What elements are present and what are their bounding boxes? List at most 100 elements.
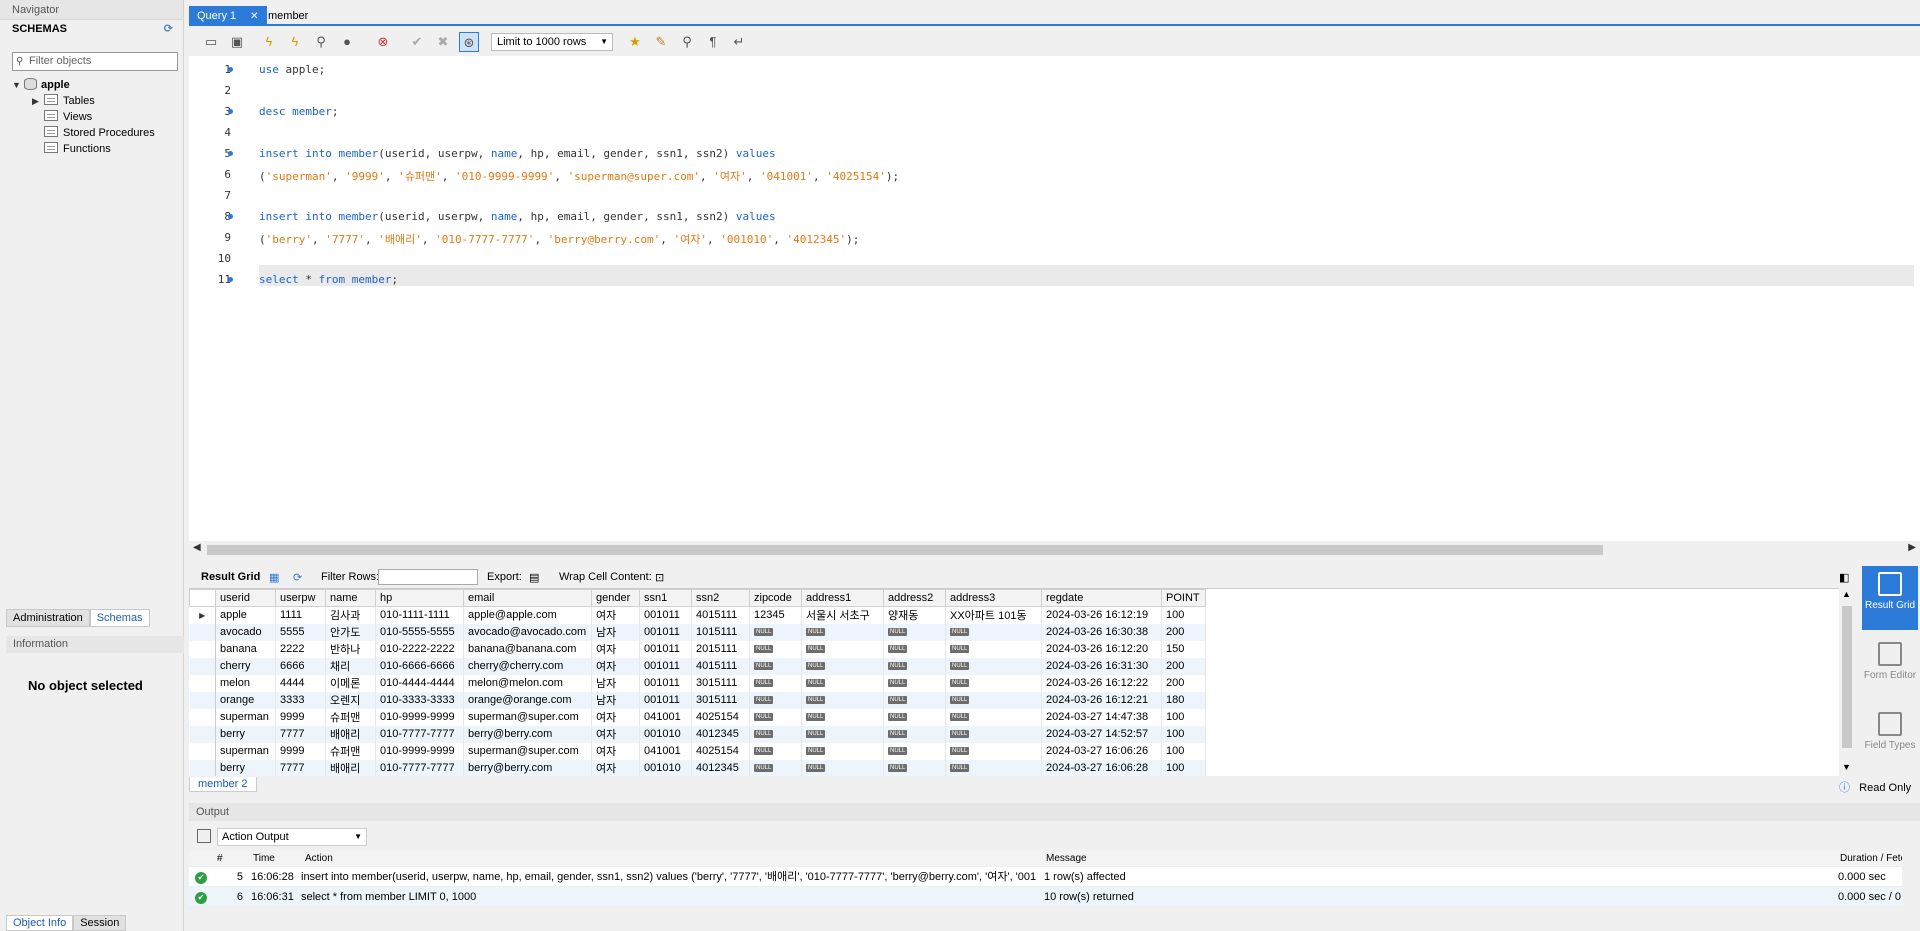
table-cell[interactable]: banana bbox=[215, 640, 276, 658]
open-file-icon[interactable]: ▭ bbox=[201, 32, 221, 52]
table-row[interactable]: berry 7777 배애리 010-7777-7777 berry@berry.com… bbox=[189, 759, 1206, 776]
filter-objects-input[interactable]: ⚲ Filter objects bbox=[12, 52, 178, 71]
execute-icon[interactable]: ϟ bbox=[259, 32, 279, 52]
table-cell[interactable]: NULL bbox=[801, 674, 884, 692]
table-cell[interactable]: NULL bbox=[945, 623, 1042, 641]
table-cell[interactable]: 4015111 bbox=[691, 606, 750, 624]
close-icon[interactable]: ✕ bbox=[250, 11, 258, 22]
table-cell[interactable]: 여자 bbox=[591, 759, 640, 776]
table-cell[interactable]: NULL bbox=[945, 674, 1042, 692]
table-cell[interactable]: 7777 bbox=[275, 725, 326, 743]
row-header[interactable] bbox=[189, 657, 216, 675]
table-cell[interactable]: 010-1111-1111 bbox=[375, 606, 464, 624]
expand-arrow-icon[interactable]: ▼ bbox=[12, 77, 24, 93]
table-cell[interactable]: 2024-03-27 14:52:57 bbox=[1041, 725, 1162, 743]
output-row[interactable]: ✔ 5 16:06:28 insert into member(userid, … bbox=[189, 867, 1902, 887]
table-cell[interactable]: 9999 bbox=[275, 742, 326, 760]
table-cell[interactable]: NULL bbox=[883, 674, 946, 692]
execute-current-icon[interactable]: ϟ bbox=[285, 32, 305, 52]
table-cell[interactable]: 남자 bbox=[591, 674, 640, 692]
table-cell[interactable]: NULL bbox=[801, 623, 884, 641]
table-cell[interactable]: 슈퍼맨 bbox=[325, 742, 376, 760]
table-cell[interactable]: 010-5555-5555 bbox=[375, 623, 464, 641]
wrap-cell-icon[interactable]: ⊡ bbox=[655, 571, 664, 584]
wrap-lines-icon[interactable]: ↵ bbox=[729, 32, 749, 52]
table-cell[interactable]: 채리 bbox=[325, 657, 376, 675]
table-cell[interactable]: 2024-03-27 16:06:28 bbox=[1041, 759, 1162, 776]
table-cell[interactable]: berry bbox=[215, 725, 276, 743]
table-cell[interactable]: avocado bbox=[215, 623, 276, 641]
table-cell[interactable]: 010-2222-2222 bbox=[375, 640, 464, 658]
code-line[interactable]: use apple; bbox=[259, 63, 325, 76]
column-header[interactable]: address1 bbox=[801, 589, 884, 607]
table-cell[interactable]: 4012345 bbox=[691, 725, 750, 743]
table-cell[interactable]: NULL bbox=[749, 708, 802, 726]
table-cell[interactable]: 200 bbox=[1161, 674, 1206, 692]
expand-arrow-icon[interactable]: ▶ bbox=[32, 93, 44, 109]
form-editor-button[interactable]: Form Editor bbox=[1862, 640, 1918, 681]
table-cell[interactable]: 9999 bbox=[275, 708, 326, 726]
column-header[interactable]: userid bbox=[215, 589, 276, 607]
table-cell[interactable]: NULL bbox=[945, 640, 1042, 658]
toggle-panel-icon[interactable]: ◧ bbox=[1839, 571, 1849, 584]
table-cell[interactable]: superman bbox=[215, 742, 276, 760]
toggle-error-icon[interactable]: ⊗ bbox=[373, 32, 393, 52]
beautify-icon[interactable]: ✎ bbox=[651, 32, 671, 52]
table-cell[interactable]: 2024-03-27 16:06:26 bbox=[1041, 742, 1162, 760]
table-cell[interactable]: 010-6666-6666 bbox=[375, 657, 464, 675]
grid-icon[interactable]: ▦ bbox=[269, 571, 279, 584]
table-cell[interactable]: NULL bbox=[749, 742, 802, 760]
editor-horizontal-scrollbar[interactable]: ◀ ▶ bbox=[189, 541, 1920, 558]
table-cell[interactable]: superman@super.com bbox=[463, 742, 592, 760]
table-cell[interactable]: NULL bbox=[883, 623, 946, 641]
table-cell[interactable]: cherry@cherry.com bbox=[463, 657, 592, 675]
table-cell[interactable]: 001011 bbox=[639, 606, 692, 624]
table-cell[interactable]: NULL bbox=[945, 759, 1042, 776]
table-cell[interactable]: 이메론 bbox=[325, 674, 376, 692]
add-snippet-icon[interactable]: ★ bbox=[625, 32, 645, 52]
table-cell[interactable]: 1015111 bbox=[691, 623, 750, 641]
table-cell[interactable]: 1111 bbox=[275, 606, 326, 624]
table-row[interactable]: cherry 6666 채리 010-6666-6666 cherry@cherry.c… bbox=[189, 657, 1206, 675]
table-cell[interactable]: 남자 bbox=[591, 691, 640, 709]
table-cell[interactable]: 6666 bbox=[275, 657, 326, 675]
save-icon[interactable]: ▣ bbox=[227, 32, 247, 52]
result-grid[interactable]: userid userpw name hp email gender ssn1 ssn2 zip… bbox=[189, 588, 1839, 776]
grid-vertical-scrollbar[interactable]: ▲ ▼ bbox=[1839, 588, 1855, 776]
copy-icon[interactable] bbox=[197, 829, 211, 843]
code-line[interactable]: insert into member(userid, userpw, name,… bbox=[259, 210, 776, 223]
refresh-icon[interactable]: ⟳ bbox=[164, 20, 173, 38]
stop-icon[interactable]: ● bbox=[337, 32, 357, 52]
table-cell[interactable]: 001011 bbox=[639, 640, 692, 658]
table-cell[interactable]: 오렌지 bbox=[325, 691, 376, 709]
table-cell[interactable]: 3015111 bbox=[691, 674, 750, 692]
row-header[interactable] bbox=[189, 623, 216, 641]
table-cell[interactable]: 김사과 bbox=[325, 606, 376, 624]
sql-editor[interactable]: 1 use apple; 2 3 desc member; 4 5 insert into m… bbox=[189, 56, 1920, 541]
rollback-icon[interactable]: ✖ bbox=[433, 32, 453, 52]
scroll-right-icon[interactable]: ▶ bbox=[1908, 542, 1916, 553]
table-cell[interactable]: 180 bbox=[1161, 691, 1206, 709]
table-cell[interactable]: 001011 bbox=[639, 623, 692, 641]
table-cell[interactable]: NULL bbox=[801, 759, 884, 776]
table-cell[interactable]: 3333 bbox=[275, 691, 326, 709]
table-cell[interactable]: melon@melon.com bbox=[463, 674, 592, 692]
table-cell[interactable]: 010-3333-3333 bbox=[375, 691, 464, 709]
table-cell[interactable]: 010-9999-9999 bbox=[375, 742, 464, 760]
table-cell[interactable]: 001011 bbox=[639, 691, 692, 709]
table-cell[interactable]: 안가도 bbox=[325, 623, 376, 641]
table-cell[interactable]: apple bbox=[215, 606, 276, 624]
table-cell[interactable]: 001010 bbox=[639, 725, 692, 743]
table-cell[interactable]: 2222 bbox=[275, 640, 326, 658]
scroll-left-icon[interactable]: ◀ bbox=[193, 542, 201, 553]
table-row[interactable]: superman 9999 슈퍼맨 010-9999-9999 superman@sup… bbox=[189, 742, 1206, 760]
result-grid-button[interactable]: Result Grid bbox=[1862, 566, 1918, 630]
table-cell[interactable]: 001011 bbox=[639, 657, 692, 675]
row-header[interactable] bbox=[189, 674, 216, 692]
table-cell[interactable]: 010-7777-7777 bbox=[375, 759, 464, 776]
row-header[interactable] bbox=[189, 708, 216, 726]
table-cell[interactable]: 100 bbox=[1161, 708, 1206, 726]
table-cell[interactable]: 100 bbox=[1161, 759, 1206, 776]
table-cell[interactable]: 여자 bbox=[591, 606, 640, 624]
tree-item-tables[interactable]: ▶ Tables bbox=[32, 93, 95, 109]
